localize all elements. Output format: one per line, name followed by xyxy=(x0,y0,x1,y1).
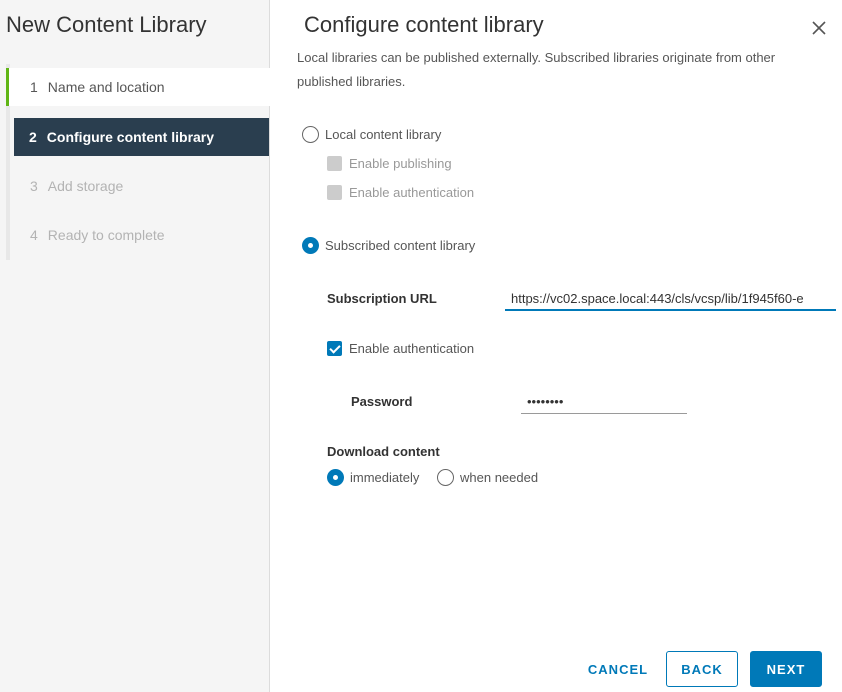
wizard-sidebar: New Content Library 1 Name and location … xyxy=(0,0,270,692)
checkbox-box xyxy=(327,341,342,356)
local-enable-authentication-checkbox: Enable authentication xyxy=(327,185,474,200)
step-number: 3 xyxy=(30,178,38,194)
radio-circle xyxy=(302,237,319,254)
checkbox-label: Enable publishing xyxy=(349,156,452,171)
step-number: 4 xyxy=(30,227,38,243)
subscription-url-label: Subscription URL xyxy=(327,291,437,306)
local-library-radio[interactable]: Local content library xyxy=(302,126,441,143)
step-number: 1 xyxy=(30,79,38,95)
checkbox-label: Enable authentication xyxy=(349,185,475,200)
radio-circle xyxy=(437,469,454,486)
radio-label: Local content library xyxy=(325,127,442,142)
subscription-url-input[interactable] xyxy=(505,287,836,311)
radio-circle xyxy=(302,126,319,143)
step-label: Ready to complete xyxy=(47,227,165,243)
subscribed-enable-authentication-checkbox[interactable]: Enable authentication xyxy=(327,341,474,356)
step-label: Name and location xyxy=(47,79,165,95)
checkbox-box xyxy=(327,185,342,200)
page-title: Configure content library xyxy=(304,12,544,37)
page-description: Local libraries can be published externa… xyxy=(297,50,776,89)
checkbox-box xyxy=(327,156,342,171)
download-when-needed-radio[interactable]: when needed xyxy=(437,469,538,486)
radio-label: Subscribed content library xyxy=(325,238,476,253)
cancel-button[interactable]: CANCEL xyxy=(580,651,656,687)
checkbox-label: Enable authentication xyxy=(349,341,475,356)
step-label: Add storage xyxy=(47,178,124,194)
step-name-and-location[interactable]: 1 Name and location xyxy=(6,68,270,106)
enable-publishing-checkbox: Enable publishing xyxy=(327,156,452,171)
password-label: Password xyxy=(351,394,413,409)
next-button[interactable]: NEXT xyxy=(750,651,822,687)
step-label: Configure content library xyxy=(46,129,215,145)
step-configure-content-library[interactable]: 2 Configure content library xyxy=(14,118,269,156)
wizard-content: Configure content library Local librarie… xyxy=(270,0,842,692)
radio-label: when needed xyxy=(460,470,539,485)
step-ready-to-complete: 4 Ready to complete xyxy=(6,216,270,254)
download-content-label: Download content xyxy=(327,444,440,459)
radio-circle xyxy=(327,469,344,486)
subscribed-library-radio[interactable]: Subscribed content library xyxy=(302,237,475,254)
wizard-title: New Content Library xyxy=(6,12,207,37)
back-button[interactable]: BACK xyxy=(666,651,738,687)
download-immediately-radio[interactable]: immediately xyxy=(327,469,419,486)
step-number: 2 xyxy=(29,129,37,145)
close-icon xyxy=(812,21,826,35)
password-input[interactable]: •••••••• xyxy=(521,390,687,414)
close-button[interactable] xyxy=(808,17,830,39)
radio-label: immediately xyxy=(350,470,420,485)
step-add-storage: 3 Add storage xyxy=(6,167,270,205)
